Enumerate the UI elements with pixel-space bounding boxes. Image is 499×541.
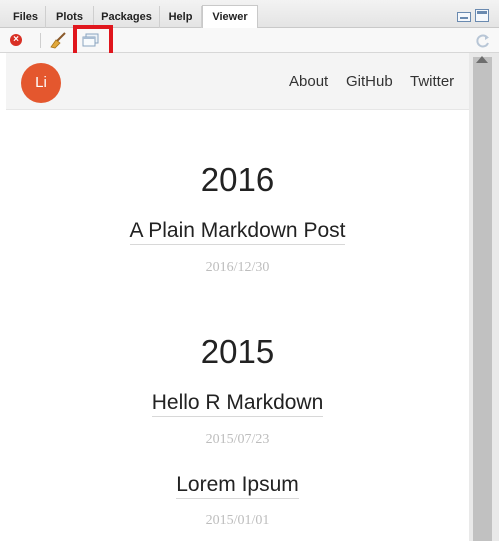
post-date: 2016/12/30 — [205, 260, 270, 275]
site-header: Li About GitHub Twitter — [6, 53, 469, 110]
year-heading: 2015 — [200, 333, 275, 370]
post-date: 2015/07/23 — [205, 432, 270, 447]
toolbar-separator — [40, 33, 41, 48]
tab-files[interactable]: Files — [6, 6, 46, 28]
nav-about-link[interactable]: About — [289, 73, 328, 90]
post-item: Lorem Ipsum — [6, 473, 469, 499]
year-heading: 2016 — [200, 161, 275, 198]
maximize-pane-button[interactable] — [475, 9, 489, 22]
refresh-icon[interactable] — [475, 33, 491, 49]
post-title-link[interactable]: Lorem Ipsum — [176, 473, 299, 499]
post-title-link[interactable]: A Plain Markdown Post — [129, 219, 346, 245]
nav-twitter-link[interactable]: Twitter — [410, 73, 454, 90]
post-date: 2015/01/01 — [205, 513, 270, 528]
tab-viewer[interactable]: Viewer — [202, 5, 258, 29]
post-title-link[interactable]: Hello R Markdown — [151, 391, 324, 417]
post-item: A Plain Markdown Post — [6, 219, 469, 245]
site-logo[interactable]: Li — [21, 63, 61, 103]
stop-icon[interactable]: × — [10, 34, 22, 46]
broom-icon[interactable] — [48, 32, 68, 49]
scrollbar-thumb[interactable] — [473, 57, 492, 541]
minimize-pane-button[interactable] — [457, 12, 471, 22]
viewer-content: Li About GitHub Twitter 2016 A Plain Mar… — [6, 53, 469, 541]
nav-github-link[interactable]: GitHub — [346, 73, 393, 90]
scroll-up-arrow-icon[interactable] — [476, 56, 488, 63]
tab-help[interactable]: Help — [160, 6, 202, 28]
post-item: Hello R Markdown — [6, 391, 469, 417]
pane-window-controls — [457, 9, 493, 23]
pane-tabbar: Files Plots Packages Help Viewer — [0, 0, 499, 29]
